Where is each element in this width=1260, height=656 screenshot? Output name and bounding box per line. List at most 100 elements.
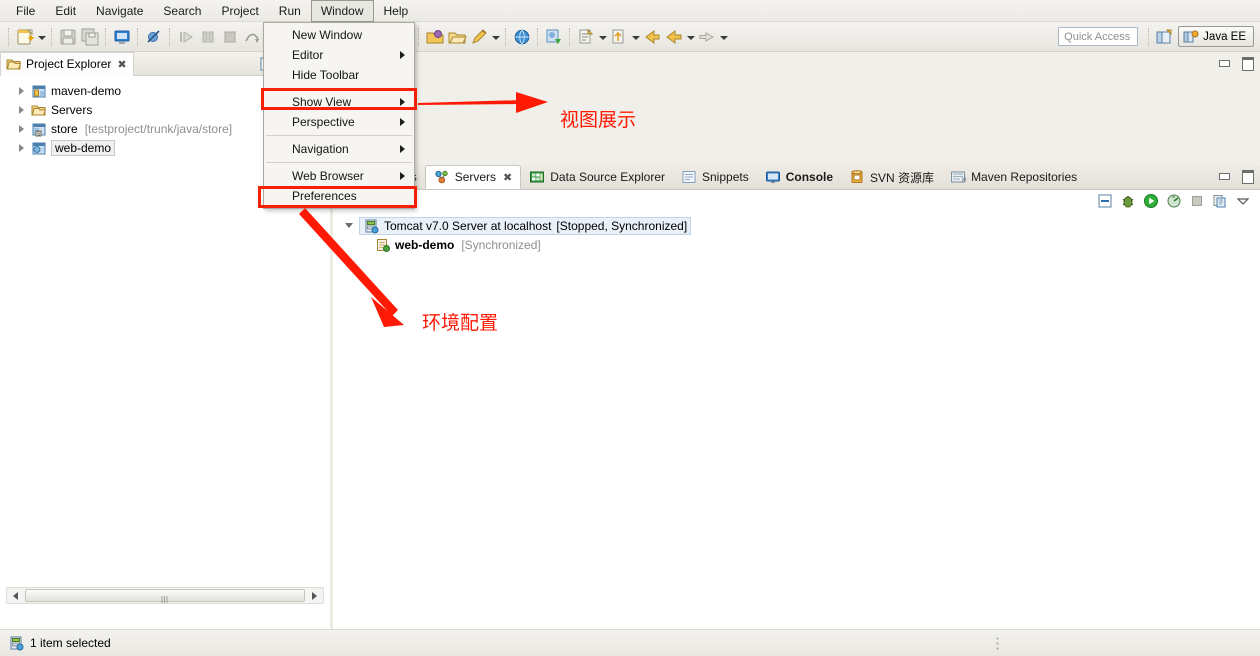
- skip-breakpoints-icon[interactable]: [144, 27, 164, 47]
- menu-window[interactable]: Window: [310, 0, 374, 22]
- tab-project-explorer[interactable]: Project Explorer ✖: [0, 51, 134, 76]
- menu-item-preferences[interactable]: Preferences: [264, 186, 414, 206]
- minimize-icon[interactable]: [1217, 169, 1231, 182]
- menu-item-new-window[interactable]: New Window: [264, 25, 414, 45]
- save-all-icon[interactable]: [80, 27, 100, 47]
- project-explorer-icon: [6, 56, 22, 72]
- annotation-show-view: 视图展示: [560, 109, 637, 131]
- open-resource-dropdown-icon[interactable]: [631, 27, 640, 47]
- forward-dropdown-icon[interactable]: [719, 27, 728, 47]
- status-bar: 1 item selected: [0, 629, 1260, 656]
- forward-icon[interactable]: [697, 27, 717, 47]
- save-icon[interactable]: [58, 27, 78, 47]
- back-icon[interactable]: [664, 27, 684, 47]
- new-java-class-icon[interactable]: [544, 27, 564, 47]
- menu-item-navigation[interactable]: Navigation: [264, 139, 414, 159]
- open-type-dropdown-icon[interactable]: [598, 27, 607, 47]
- menu-search[interactable]: Search: [153, 0, 211, 22]
- console-toolbar-icon[interactable]: [112, 27, 132, 47]
- folder-icon: [31, 102, 47, 118]
- resume-icon: [176, 27, 196, 47]
- menu-item-web-browser[interactable]: Web Browser: [264, 166, 414, 186]
- close-icon[interactable]: ✖: [503, 171, 512, 184]
- web-project-icon: [31, 140, 47, 156]
- minimize-icon[interactable]: [1217, 56, 1231, 69]
- publish-server-icon[interactable]: [1212, 193, 1228, 209]
- collapse-arrow-icon[interactable]: [343, 220, 355, 232]
- view-menu-icon[interactable]: [1235, 193, 1251, 209]
- open-perspective-icon[interactable]: [1154, 27, 1174, 47]
- server-row[interactable]: Tomcat v7.0 Server at localhost [Stopped…: [333, 216, 1260, 235]
- tab-svn-repository[interactable]: SVN 资源库: [841, 165, 942, 189]
- new-wizard-icon[interactable]: [15, 27, 35, 47]
- toolbar-separator: [1148, 27, 1150, 46]
- toolbar-separator: [105, 27, 107, 46]
- tab-label: Data Source Explorer: [550, 170, 665, 184]
- tab-label: Servers: [454, 170, 497, 184]
- expand-arrow-icon[interactable]: [16, 142, 27, 153]
- quick-access-input[interactable]: Quick Access: [1058, 27, 1139, 46]
- menu-file[interactable]: File: [6, 0, 45, 22]
- profile-server-icon[interactable]: [1166, 193, 1182, 209]
- tree-label: store: [51, 121, 78, 136]
- module-name: web-demo: [395, 237, 455, 252]
- server-row-selection[interactable]: Tomcat v7.0 Server at localhost [Stopped…: [359, 216, 692, 235]
- menu-item-label: Show View: [292, 95, 352, 109]
- menu-item-show-view[interactable]: Show View: [264, 92, 414, 112]
- maximize-icon[interactable]: [1240, 56, 1254, 71]
- servers-panel: Properties Servers ✖ Data Source Explore…: [333, 57, 1260, 629]
- menu-edit[interactable]: Edit: [45, 0, 86, 22]
- tab-console[interactable]: Console: [757, 165, 841, 189]
- debug-server-icon[interactable]: [1120, 193, 1136, 209]
- perspective-java-ee-button[interactable]: Java EE: [1178, 26, 1254, 47]
- status-grip-icon: [996, 637, 999, 650]
- menu-help[interactable]: Help: [374, 0, 419, 22]
- menu-separator: [266, 135, 412, 136]
- new-wizard-dropdown-icon[interactable]: [37, 27, 46, 47]
- bottom-panel-tabbar: Properties Servers ✖ Data Source Explore…: [333, 165, 1260, 190]
- menu-item-editor[interactable]: Editor: [264, 45, 414, 65]
- expand-arrow-icon[interactable]: [16, 123, 27, 134]
- expand-arrow-icon[interactable]: [16, 104, 27, 115]
- toolbar-separator: [169, 27, 171, 46]
- tab-label: SVN 资源库: [870, 170, 935, 185]
- submenu-arrow-icon: [400, 98, 405, 106]
- tab-data-source-explorer[interactable]: Data Source Explorer: [521, 165, 673, 189]
- globe-icon[interactable]: [512, 27, 532, 47]
- maximize-icon[interactable]: [1240, 169, 1254, 184]
- scroll-left-icon[interactable]: [7, 588, 23, 603]
- menu-project[interactable]: Project: [211, 0, 268, 22]
- main-toolbar: S: [0, 22, 1260, 52]
- tree-label: Servers: [51, 102, 93, 117]
- menu-navigate[interactable]: Navigate: [86, 0, 153, 22]
- close-icon[interactable]: ✖: [117, 58, 126, 71]
- open-resource-icon[interactable]: [609, 27, 629, 47]
- menu-item-hide-toolbar[interactable]: Hide Toolbar: [264, 65, 414, 85]
- tab-maven-repositories[interactable]: M Maven Repositories: [942, 165, 1085, 189]
- project-explorer-hscrollbar[interactable]: [6, 587, 324, 604]
- expand-arrow-icon[interactable]: [16, 85, 27, 96]
- scroll-thumb[interactable]: [25, 589, 305, 603]
- open-type-icon[interactable]: [576, 27, 596, 47]
- tab-servers[interactable]: Servers ✖: [424, 165, 522, 189]
- toolbar-separator: [137, 27, 139, 46]
- edit-pencil-icon[interactable]: [469, 27, 489, 47]
- menu-item-label: Navigation: [292, 142, 349, 156]
- back-dropdown-icon[interactable]: [686, 27, 695, 47]
- status-server-icon: [8, 635, 24, 651]
- scroll-right-icon[interactable]: [307, 588, 323, 603]
- submenu-arrow-icon: [400, 145, 405, 153]
- menu-item-perspective[interactable]: Perspective: [264, 112, 414, 132]
- toolbar-separator: [418, 27, 420, 46]
- open-folder-icon[interactable]: [447, 27, 467, 47]
- edit-dropdown-icon[interactable]: [491, 27, 500, 47]
- server-module-row[interactable]: web-demo [Synchronized]: [333, 235, 1260, 254]
- collapse-all-icon[interactable]: [1097, 193, 1113, 209]
- menu-run[interactable]: Run: [269, 0, 311, 22]
- open-folder-purple-icon[interactable]: [425, 27, 445, 47]
- start-server-icon[interactable]: [1143, 193, 1159, 209]
- submenu-arrow-icon: [400, 172, 405, 180]
- tab-snippets[interactable]: Snippets: [673, 165, 757, 189]
- back-star-icon[interactable]: [642, 27, 662, 47]
- menu-item-label: Preferences: [292, 189, 357, 203]
